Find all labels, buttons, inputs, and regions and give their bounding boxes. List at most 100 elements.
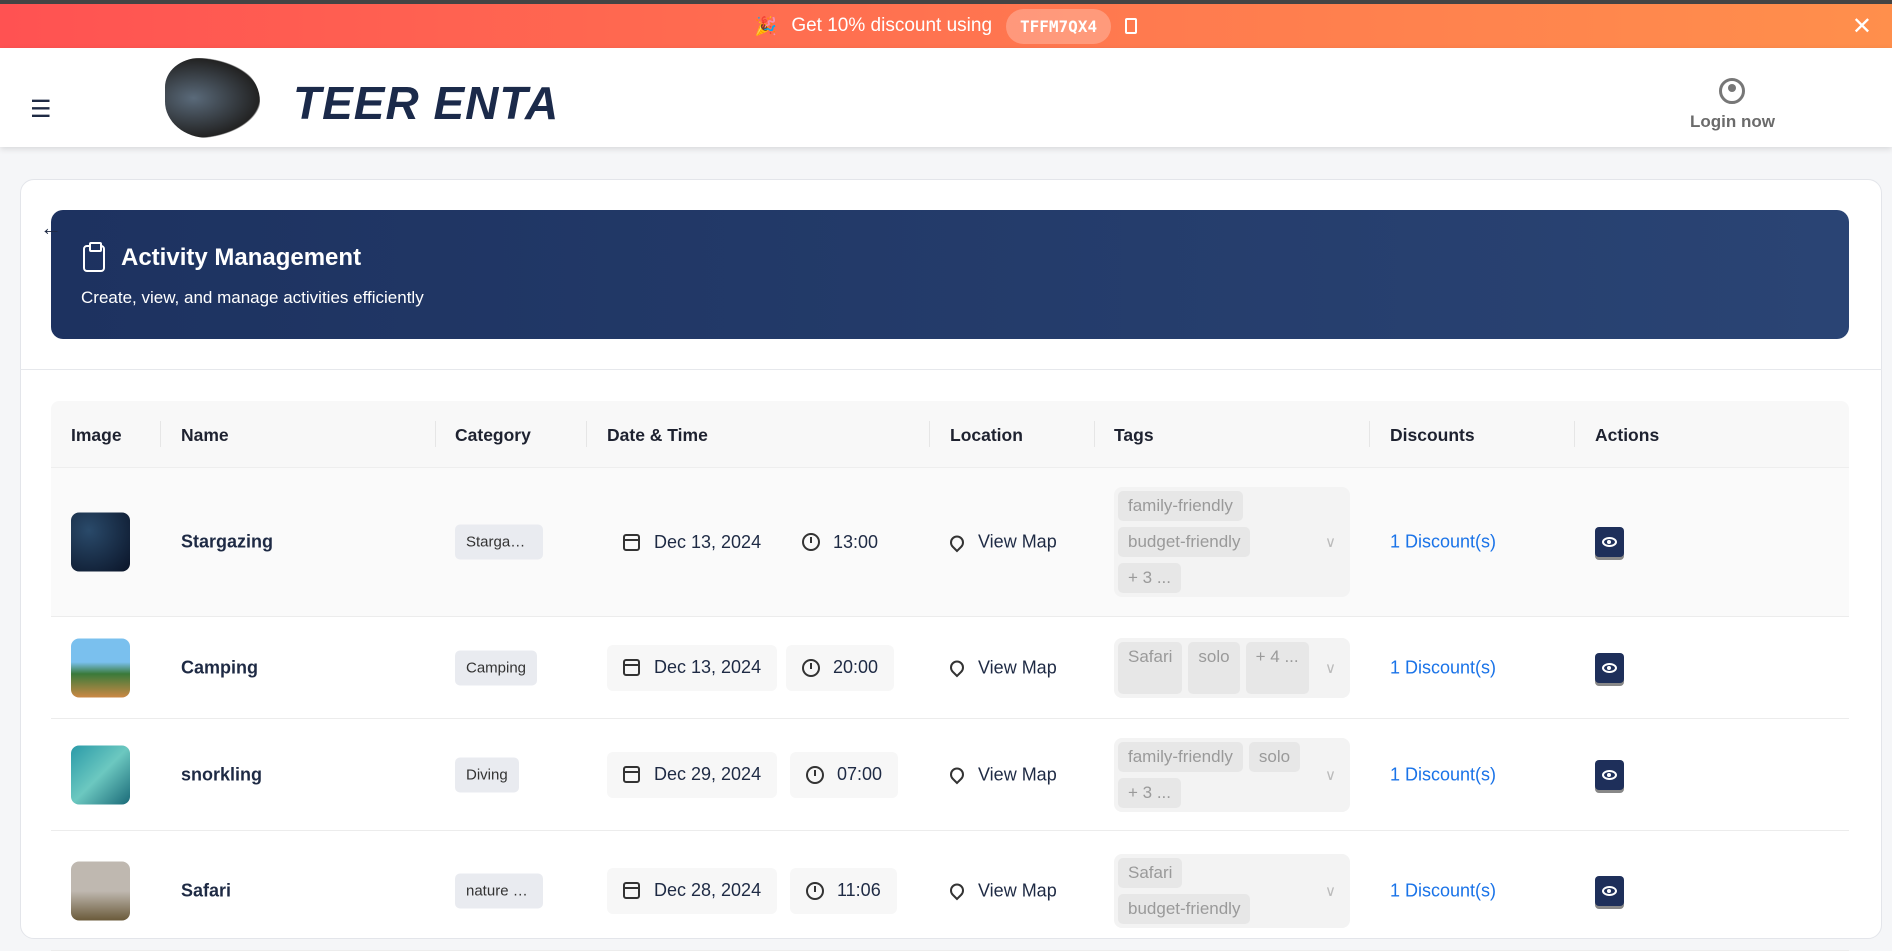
time-text: 20:00	[833, 657, 879, 677]
view-map-label: View Map	[978, 657, 1057, 677]
column-separator	[435, 421, 436, 447]
view-map-link[interactable]: View Map	[947, 532, 1057, 553]
tags-select[interactable]: family-friendly budget-friendly + 3 ... ∨	[1114, 487, 1350, 597]
discounts-link[interactable]: 1 Discount(s)	[1390, 880, 1496, 901]
column-header: Name	[181, 425, 229, 445]
column-separator	[929, 421, 930, 447]
activity-thumbnail	[71, 638, 130, 697]
clock-icon	[802, 533, 820, 551]
discounts-link[interactable]: 1 Discount(s)	[1390, 657, 1496, 678]
discounts-link[interactable]: 1 Discount(s)	[1390, 532, 1496, 553]
column-header: Category	[455, 425, 531, 445]
copy-icon[interactable]	[1125, 18, 1138, 34]
tag-chip: + 3 ...	[1118, 777, 1181, 808]
date-text: Dec 28, 2024	[654, 880, 762, 900]
tag-chip: budget-friendly	[1118, 527, 1251, 557]
table-header: Image Name Category Date & Time Location…	[51, 401, 1849, 468]
user-icon	[1719, 78, 1746, 104]
page-banner: Activity Management Create, view, and ma…	[51, 210, 1849, 339]
tag-chip: family-friendly	[1118, 741, 1243, 772]
tags-select[interactable]: family-friendly solo + 3 ... ∨	[1114, 737, 1350, 812]
activity-name: snorkling	[181, 764, 263, 784]
eye-icon	[1602, 662, 1617, 673]
login-button[interactable]: Login now	[1690, 78, 1775, 132]
table-row: Safari nature a... Dec 28, 2024 11:06 Vi…	[51, 831, 1849, 951]
view-button[interactable]	[1595, 759, 1624, 790]
calendar-icon	[623, 766, 640, 783]
calendar-icon	[623, 533, 640, 551]
chevron-down-icon[interactable]: ∨	[1325, 659, 1336, 677]
promo-text: Get 10% discount using	[791, 15, 993, 36]
close-promo-button[interactable]: ✕	[1852, 12, 1872, 41]
map-pin-icon	[947, 532, 967, 552]
time-text: 13:00	[833, 531, 879, 552]
activity-name: Stargazing	[181, 531, 274, 552]
column-header: Image	[71, 425, 122, 445]
category-badge: Stargazi...	[455, 524, 543, 560]
date-display: Dec 29, 2024	[607, 751, 778, 798]
column-header: Tags	[1114, 425, 1154, 445]
activity-thumbnail	[71, 745, 130, 804]
tag-chip: solo	[1248, 741, 1301, 772]
clock-icon	[806, 765, 824, 784]
discounts-link[interactable]: 1 Discount(s)	[1390, 764, 1496, 785]
menu-icon[interactable]: ☰	[30, 98, 52, 122]
date-text: Dec 13, 2024	[654, 531, 762, 552]
activity-name: Camping	[181, 657, 259, 677]
view-map-link[interactable]: View Map	[947, 880, 1057, 901]
back-arrow-icon[interactable]: ←	[40, 215, 62, 241]
tag-chip: Safari	[1118, 641, 1183, 694]
logo-image[interactable]	[165, 58, 260, 138]
chevron-down-icon[interactable]: ∨	[1325, 766, 1336, 784]
clock-icon	[802, 658, 820, 677]
promo-code[interactable]: TFFM7QX4	[1006, 8, 1112, 44]
clipboard-icon	[83, 242, 105, 272]
site-header: ☰ TEER ENTA Login now	[0, 48, 1892, 147]
column-separator	[1094, 421, 1095, 447]
date-display: Dec 13, 2024	[607, 644, 778, 691]
column-separator	[1574, 421, 1575, 447]
activity-thumbnail	[71, 861, 130, 920]
view-map-link[interactable]: View Map	[947, 657, 1057, 678]
activities-table: Image Name Category Date & Time Location…	[51, 401, 1849, 951]
table-row: Stargazing Stargazi... Dec 13, 2024 13:0…	[51, 468, 1849, 617]
time-display: 13:00	[786, 519, 894, 565]
time-text: 07:00	[837, 764, 883, 784]
tags-select[interactable]: Safari budget-friendly ∨	[1114, 853, 1350, 928]
column-header: Actions	[1595, 425, 1660, 445]
view-button[interactable]	[1595, 527, 1624, 557]
column-header: Discounts	[1390, 425, 1475, 445]
eye-icon	[1602, 769, 1617, 780]
tag-chip: Safari	[1118, 857, 1183, 888]
time-display: 20:00	[786, 644, 895, 691]
tag-chip: solo	[1188, 641, 1240, 694]
divider	[20, 369, 1882, 370]
chevron-down-icon[interactable]: ∨	[1325, 533, 1336, 551]
calendar-icon	[623, 659, 640, 676]
chevron-down-icon[interactable]: ∨	[1325, 882, 1336, 900]
view-button[interactable]	[1595, 652, 1624, 683]
column-separator	[1369, 421, 1370, 447]
tag-chip: + 4 ...	[1245, 641, 1309, 694]
column-separator	[586, 421, 587, 447]
view-map-link[interactable]: View Map	[947, 764, 1057, 785]
eye-icon	[1602, 885, 1617, 896]
page-title: Activity Management	[121, 244, 362, 271]
view-button[interactable]	[1595, 875, 1624, 906]
eye-icon	[1602, 537, 1617, 547]
tags-select[interactable]: Safari solo + 4 ... ∨	[1114, 637, 1350, 698]
login-label: Login now	[1690, 112, 1775, 131]
category-badge: Camping	[455, 650, 538, 685]
promo-banner: 🎉 Get 10% discount using TFFM7QX4 ✕	[0, 4, 1892, 48]
logo-text[interactable]: TEER ENTA	[293, 76, 559, 130]
map-pin-icon	[947, 880, 967, 901]
tag-chip: budget-friendly	[1118, 893, 1251, 924]
column-header: Location	[950, 425, 1023, 445]
date-display: Dec 13, 2024	[607, 519, 777, 565]
time-display: 07:00	[790, 751, 899, 798]
time-text: 11:06	[837, 880, 881, 900]
date-text: Dec 29, 2024	[654, 764, 762, 784]
date-display: Dec 28, 2024	[607, 867, 778, 914]
activity-thumbnail	[71, 512, 130, 572]
time-display: 11:06	[790, 867, 897, 914]
